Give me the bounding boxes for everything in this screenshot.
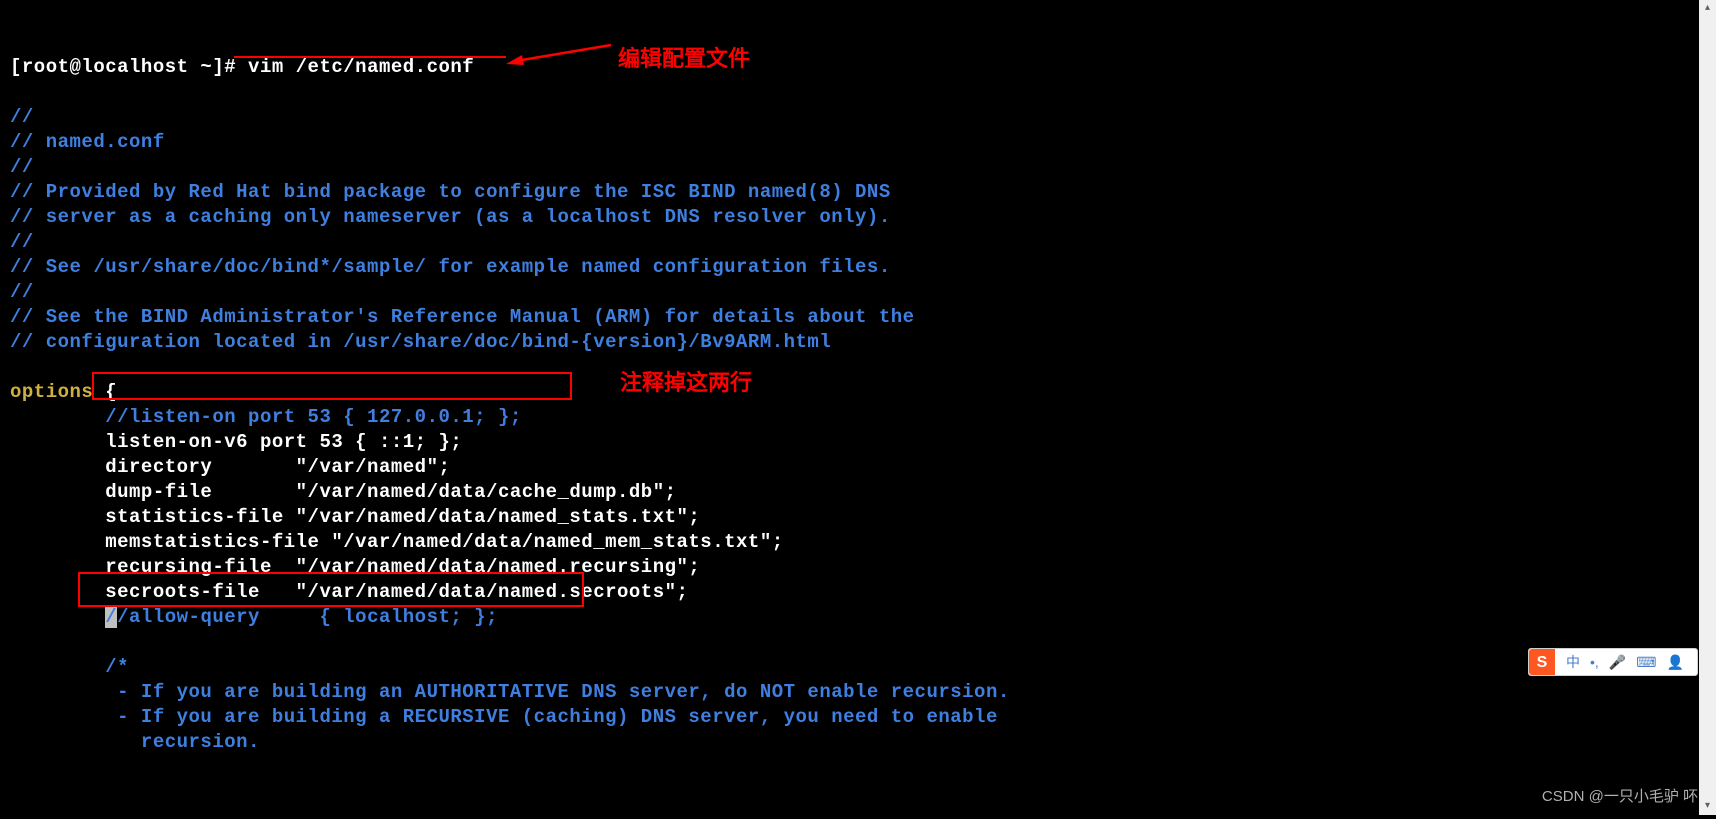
file-comment-line: // See the BIND Administrator's Referenc… [10,306,915,328]
watermark-text: CSDN @一只小毛驴 吥 [1542,784,1698,809]
config-line-allow-query: //allow-query { localhost; }; [10,606,498,628]
config-line-recursing: recursing-file "/var/named/data/named.re… [10,556,700,578]
ime-mic-icon[interactable]: 🎤 [1609,650,1626,675]
ime-toolbar[interactable]: S 中 •, 🎤 ⌨ 👤 [1528,648,1698,676]
block-comment-line: recursion. [10,731,260,753]
shell-command: vim /etc/named.conf [248,56,474,78]
scrollbar[interactable]: ▴ ▾ [1699,0,1716,815]
scroll-down-button[interactable]: ▾ [1699,798,1716,815]
block-comment-line: /* [10,656,129,678]
annotation-comment-lines: 注释掉这两行 [620,370,752,395]
terminal-area[interactable]: [root@localhost ~]# vim /etc/named.conf … [0,0,1716,765]
file-comment-line: // Provided by Red Hat bind package to c… [10,181,891,203]
config-line-dump-file: dump-file "/var/named/data/cache_dump.db… [10,481,677,503]
options-brace: { [93,381,117,403]
cursor-position: / [105,606,117,628]
block-comment-line: - If you are building a RECURSIVE (cachi… [10,706,998,728]
config-line-memstatistics: memstatistics-file "/var/named/data/name… [10,531,784,553]
file-comment-line: // configuration located in /usr/share/d… [10,331,831,353]
arrow-annotation [506,37,616,67]
file-comment-line: // server as a caching only nameserver (… [10,206,891,228]
config-line-listen-on: //listen-on port 53 { 127.0.0.1; }; [10,406,522,428]
file-comment-line: // See /usr/share/doc/bind*/sample/ for … [10,256,891,278]
ime-punct-icon[interactable]: •, [1590,650,1599,675]
underline-annotation [234,56,506,58]
config-line-listen-on-v6: listen-on-v6 port 53 { ::1; }; [10,431,462,453]
config-line-statistics: statistics-file "/var/named/data/named_s… [10,506,700,528]
file-comment-line: // named.conf [10,131,165,153]
file-comment-line: // [10,281,34,303]
annotation-edit-config: 编辑配置文件 [618,46,750,71]
ime-user-icon[interactable]: 👤 [1666,650,1683,675]
file-comment-line: // [10,231,34,253]
file-comment-line: // [10,156,34,178]
config-line-secroots: secroots-file "/var/named/data/named.sec… [10,581,688,603]
options-keyword: options [10,381,93,403]
shell-prompt: [root@localhost ~]# [10,56,248,78]
ime-lang-toggle[interactable]: 中 [1566,650,1580,675]
ime-keyboard-icon[interactable]: ⌨ [1636,650,1656,675]
ime-logo-icon[interactable]: S [1529,649,1555,675]
block-comment-line: - If you are building an AUTHORITATIVE D… [10,681,1010,703]
file-comment-line: // [10,106,34,128]
config-line-directory: directory "/var/named"; [10,456,450,478]
scroll-up-button[interactable]: ▴ [1699,0,1716,17]
